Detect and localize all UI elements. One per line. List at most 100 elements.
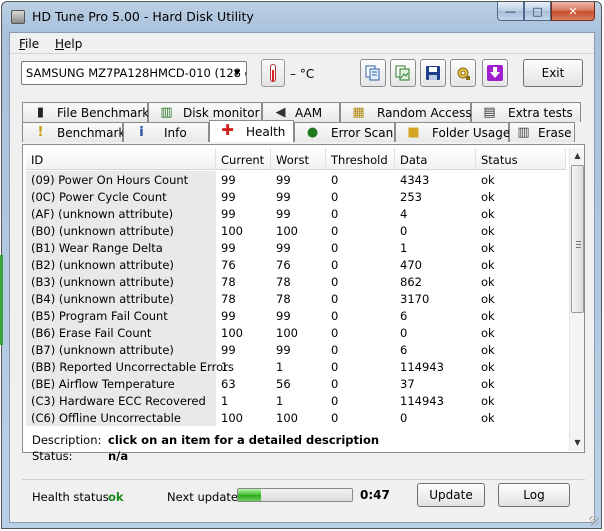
thermometer-icon [261,59,285,87]
cell-current: 99 [221,173,236,187]
cell-id: (B7) (unknown attribute) [26,341,216,358]
countdown-value: 0:47 [360,488,390,502]
col-id[interactable]: ID [26,148,216,170]
cell-status: ok [481,309,495,323]
cell-threshold: 0 [331,343,339,357]
table-row[interactable]: (B1) Wear Range Delta 99 99 0 1 ok [26,239,566,256]
col-threshold[interactable]: Threshold [326,148,395,170]
next-update-label: Next update: [167,490,242,504]
table-row[interactable]: (AF) (unknown attribute) 99 99 0 4 ok [26,205,566,222]
cell-threshold: 0 [331,411,339,425]
cell-current: 99 [221,309,236,323]
download-button[interactable] [482,59,508,87]
cell-current: 100 [221,224,243,238]
exit-button[interactable]: Exit [523,59,583,87]
cell-data: 0 [400,326,408,340]
cell-current: 1 [221,394,229,408]
tab-random-access[interactable]: ▦ Random Access [340,102,472,122]
tab-extra-tests[interactable]: ▤ Extra tests [471,102,581,122]
cell-threshold: 0 [331,258,339,272]
cell-worst: 1 [276,360,284,374]
cell-data: 3170 [400,292,430,306]
app-icon[interactable] [11,10,25,24]
window-edge-accent [0,255,3,345]
save-button[interactable] [420,59,446,87]
benchmark-icon: ! [37,125,44,140]
options-button[interactable] [450,59,476,87]
client-area: File Help SAMSUNG MZ7PA128HMCD-010 (128 … [9,32,595,523]
table-row[interactable]: (B7) (unknown attribute) 99 99 0 6 ok [26,341,566,358]
table-row[interactable]: (B2) (unknown attribute) 76 76 0 470 ok [26,256,566,273]
resize-grip[interactable] [589,516,599,526]
col-status[interactable]: Status [476,148,566,170]
tab-erase[interactable]: ▥ Erase [509,122,575,142]
tab-disk-monitor[interactable]: ▥ Disk monitor [148,102,262,122]
status-label: Status: [32,449,73,463]
menu-file[interactable]: File [19,37,39,51]
cell-worst: 100 [276,326,298,340]
tab-error-scan[interactable]: ● Error Scan [294,122,395,142]
copy-text-button[interactable] [360,59,386,87]
cell-id: (B0) (unknown attribute) [26,222,216,239]
minimize-button[interactable]: — [497,2,524,21]
table-row[interactable]: (C6) Offline Uncorrectable 100 100 0 0 ok [26,409,566,426]
cell-worst: 99 [276,309,291,323]
cell-data: 114943 [400,360,444,374]
table-row[interactable]: (C3) Hardware ECC Recovered 1 1 0 114943 ok [26,392,566,409]
table-row[interactable]: (B3) (unknown attribute) 78 78 0 862 ok [26,273,566,290]
trash-icon: ▥ [517,125,530,140]
cell-status: ok [481,207,495,221]
tab-info[interactable]: i Info [123,122,209,142]
cell-worst: 99 [276,207,291,221]
tab-row-1: ▮ File Benchmark ▥ Disk monitor ◀ AAM ▦ … [22,102,581,122]
table-row[interactable]: (BE) Airflow Temperature 63 56 0 37 ok [26,375,566,392]
chevron-down-icon[interactable]: ▼ [231,66,243,80]
tab-aam[interactable]: ◀ AAM [262,102,340,122]
cell-status: ok [481,292,495,306]
speaker-icon: ◀ [275,105,286,120]
title-bar[interactable]: HD Tune Pro 5.00 - Hard Disk Utility — □… [2,2,601,32]
cell-current: 99 [221,190,236,204]
cell-threshold: 0 [331,190,339,204]
scroll-down-icon[interactable]: ▼ [570,435,585,451]
cell-current: 78 [221,292,236,306]
tab-benchmark[interactable]: ! Benchmark [22,122,125,142]
maximize-button[interactable]: □ [524,2,551,21]
table-row[interactable]: (BB) Reported Uncorrectable Errors 1 1 0 114… [26,358,566,375]
cell-status: ok [481,411,495,425]
col-current[interactable]: Current [216,148,271,170]
cell-worst: 1 [276,394,284,408]
col-worst[interactable]: Worst [271,148,326,170]
scroll-up-icon[interactable]: ▲ [570,148,585,164]
close-button[interactable]: ✕ [551,2,595,21]
tab-health[interactable]: ✚ Health [209,120,294,142]
table-row[interactable]: (B0) (unknown attribute) 100 100 0 0 ok [26,222,566,239]
tab-folder-usage[interactable]: ■ Folder Usage [395,122,510,142]
cell-worst: 100 [276,411,298,425]
table-row[interactable]: (B4) (unknown attribute) 78 78 0 3170 ok [26,290,566,307]
cell-threshold: 0 [331,309,339,323]
smart-table[interactable]: ID Current Worst Threshold Data Status (… [26,148,566,451]
table-scrollbar[interactable]: ▲ ▼ [569,148,584,451]
col-data[interactable]: Data [395,148,476,170]
app-window: HD Tune Pro 5.00 - Hard Disk Utility — □… [1,1,602,529]
update-button[interactable]: Update [417,483,485,507]
cell-data: 0 [400,224,408,238]
cell-current: 100 [221,326,243,340]
table-row[interactable]: (B5) Program Fail Count 99 99 0 6 ok [26,307,566,324]
table-row[interactable]: (B6) Erase Fail Count 100 100 0 0 ok [26,324,566,341]
cell-current: 76 [221,258,236,272]
table-row[interactable]: (09) Power On Hours Count 99 99 0 4343 ok [26,171,566,188]
cell-status: ok [481,377,495,391]
tab-file-benchmark[interactable]: ▮ File Benchmark [22,102,149,122]
cell-threshold: 0 [331,360,339,374]
log-button[interactable]: Log [498,483,570,507]
copy-image-button[interactable] [390,59,416,87]
table-row[interactable]: (0C) Power Cycle Count 99 99 0 253 ok [26,188,566,205]
drive-select[interactable]: SAMSUNG MZ7PA128HMCD-010 (128 gB) ▼ [21,61,247,85]
cell-status: ok [481,173,495,187]
cell-worst: 78 [276,292,291,306]
scroll-thumb[interactable] [571,165,584,313]
cell-current: 99 [221,241,236,255]
menu-help[interactable]: Help [55,37,82,51]
